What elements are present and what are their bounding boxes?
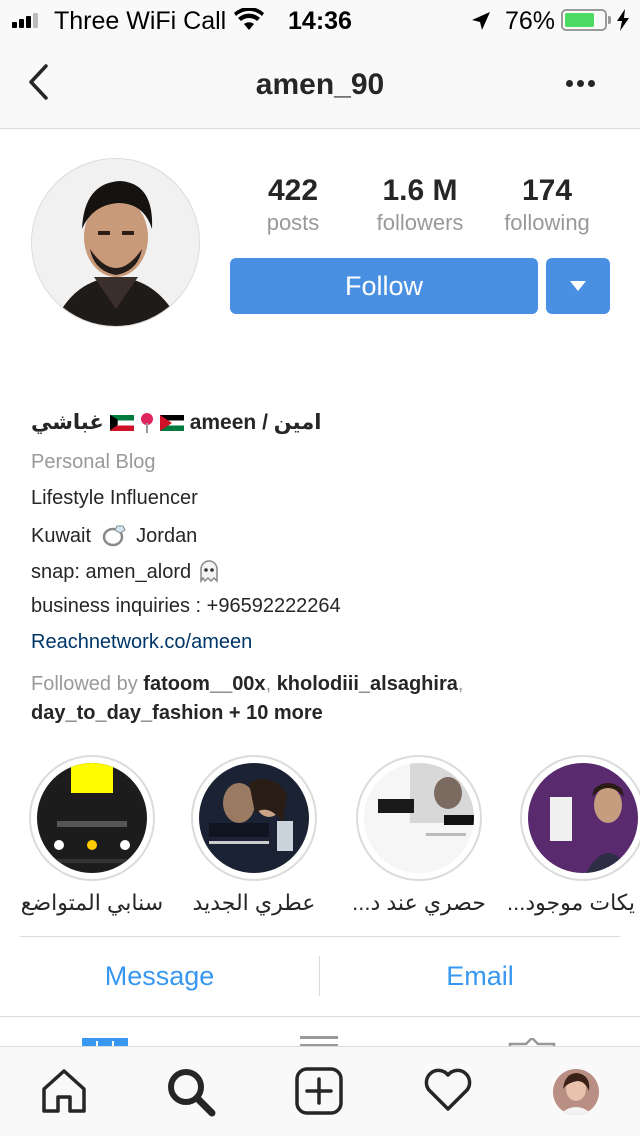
bottom-tab-bar xyxy=(0,1046,640,1136)
followed-by-prefix: Followed by xyxy=(31,673,138,695)
charging-bolt-icon xyxy=(617,9,629,31)
followed-user[interactable]: kholodiii_alsaghira xyxy=(277,673,458,695)
highlight-item[interactable] xyxy=(191,755,317,881)
status-bar: Three WiFi Call 14:36 76% xyxy=(0,0,640,40)
nav-bar: amen_90 xyxy=(0,40,640,129)
bio-location-a: Kuwait xyxy=(31,525,92,547)
search-icon[interactable] xyxy=(166,1067,216,1117)
follow-button[interactable]: Follow xyxy=(230,258,538,314)
battery-icon xyxy=(561,9,607,31)
highlight-cover-image xyxy=(199,763,309,873)
followed-by[interactable]: Followed by fatoom__00x, kholodiii_alsag… xyxy=(31,670,621,728)
divider xyxy=(20,936,620,937)
profile-avatar[interactable] xyxy=(31,158,200,327)
highlight-label: حصري عند د... xyxy=(352,890,486,915)
followers-count: 1.6 M xyxy=(382,174,458,207)
more-dots-icon[interactable] xyxy=(566,80,595,87)
following-stat[interactable]: 174 following xyxy=(496,174,598,236)
followers-stat[interactable]: 1.6 M followers xyxy=(368,174,472,236)
highlight-item[interactable] xyxy=(520,755,640,881)
posts-label: posts xyxy=(266,210,320,235)
highlight-label: عطري الجديد xyxy=(192,890,316,915)
highlight-item[interactable] xyxy=(356,755,482,881)
posts-stat[interactable]: 422 posts xyxy=(255,174,331,236)
page-title: amen_90 xyxy=(255,68,385,101)
location-pin-icon xyxy=(140,412,154,433)
add-post-icon[interactable] xyxy=(295,1067,343,1115)
profile-category: Personal Blog xyxy=(31,451,156,473)
kuwait-flag-icon xyxy=(109,414,134,431)
avatar-portrait-image xyxy=(32,159,199,326)
location-arrow-icon xyxy=(472,12,490,30)
divider xyxy=(0,1016,640,1017)
email-button[interactable]: Email xyxy=(320,950,640,1002)
suggested-accounts-button[interactable] xyxy=(546,258,610,314)
posts-count: 422 xyxy=(267,174,319,207)
highlight-label: يكات موجود... xyxy=(507,890,636,915)
highlight-label: سنابي المتواضع xyxy=(20,890,164,915)
profile-avatar-icon[interactable] xyxy=(553,1069,599,1115)
highlight-item[interactable] xyxy=(29,755,155,881)
jordan-flag-icon xyxy=(159,414,184,431)
followed-user[interactable]: day_to_day_fashion xyxy=(31,702,223,724)
name-main: ameen / امين xyxy=(189,411,322,434)
highlight-cover-image xyxy=(528,763,638,873)
followers-label: followers xyxy=(376,210,464,235)
home-icon[interactable] xyxy=(40,1067,88,1115)
activity-heart-icon[interactable] xyxy=(423,1067,473,1113)
profile-name: غباشي ameen / امين xyxy=(31,410,321,435)
battery-tip xyxy=(608,16,611,24)
bio-line: Lifestyle Influencer xyxy=(31,487,198,509)
bio-location-line: Kuwait Jordan xyxy=(31,523,197,548)
following-label: following xyxy=(504,210,590,235)
highlight-cover-image xyxy=(364,763,474,873)
message-button[interactable]: Message xyxy=(0,950,319,1002)
chevron-down-icon xyxy=(570,281,586,291)
battery-percent: 76% xyxy=(505,7,556,35)
followed-more[interactable]: + 10 more xyxy=(229,702,323,724)
ring-icon xyxy=(102,525,126,547)
bio-location-b: Jordan xyxy=(136,525,198,547)
ghost-icon xyxy=(199,560,218,584)
highlight-cover-image xyxy=(37,763,147,873)
snap-handle: snap: amen_alord xyxy=(31,561,192,583)
bio-website-link[interactable]: Reachnetwork.co/ameen xyxy=(31,631,252,654)
name-arabic-left: غباشي xyxy=(31,411,104,434)
bio-business-line: business inquiries : +96592222264 xyxy=(31,595,341,617)
followed-user[interactable]: fatoom__00x xyxy=(143,673,265,695)
bio-snap-line: snap: amen_alord xyxy=(31,559,221,584)
following-count: 174 xyxy=(521,174,573,207)
